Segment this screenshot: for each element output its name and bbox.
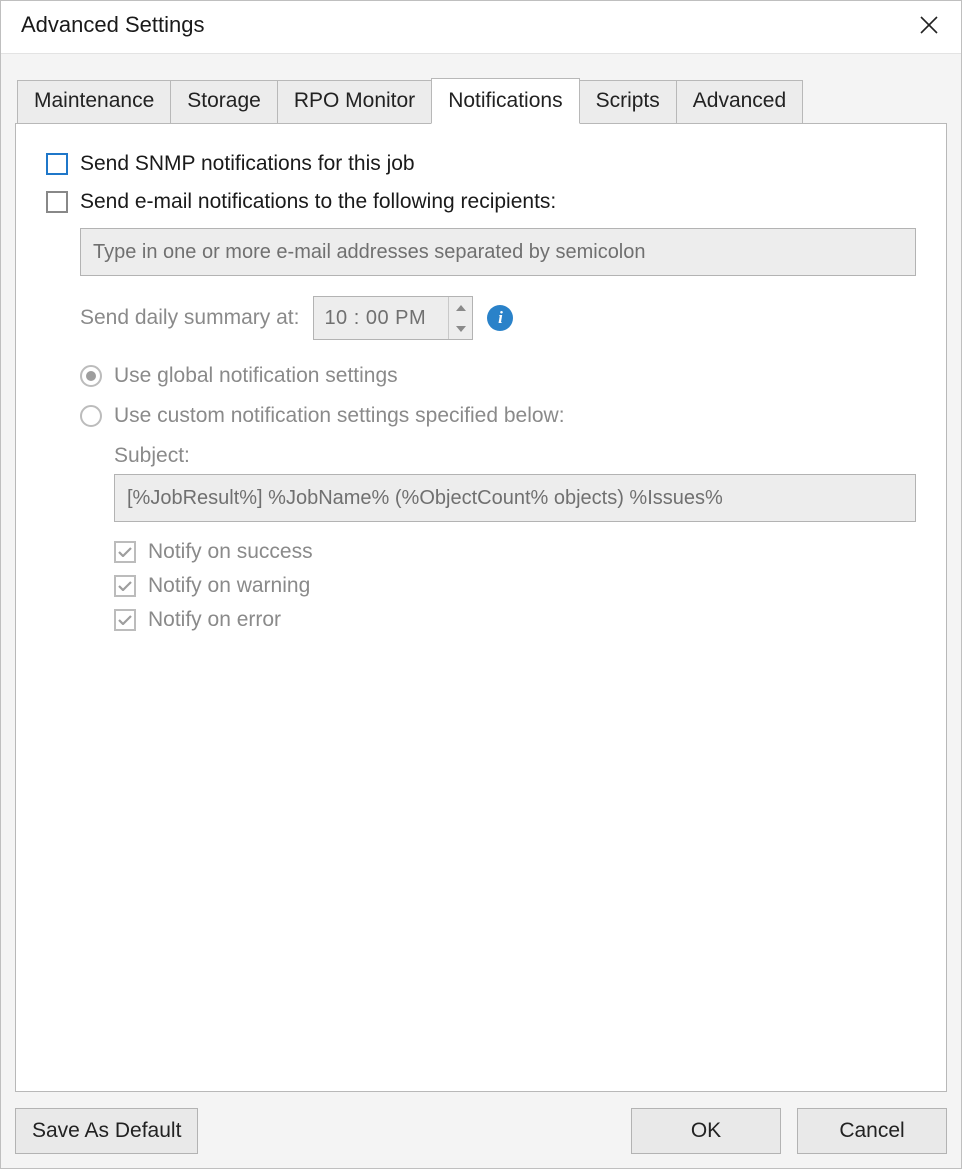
notify-error-option[interactable]: Notify on error: [114, 608, 916, 632]
cancel-button[interactable]: Cancel: [797, 1108, 947, 1154]
close-button[interactable]: [915, 11, 943, 39]
tab-rpo-monitor[interactable]: RPO Monitor: [277, 80, 432, 124]
notifications-page: Send SNMP notifications for this job Sen…: [15, 123, 947, 1092]
time-spin-up[interactable]: [449, 297, 472, 318]
snmp-label: Send SNMP notifications for this job: [80, 152, 415, 176]
info-icon[interactable]: i: [487, 305, 513, 331]
tab-storage[interactable]: Storage: [170, 80, 278, 124]
recipients-input[interactable]: Type in one or more e-mail addresses sep…: [80, 228, 916, 276]
subject-input[interactable]: [%JobResult%] %JobName% (%ObjectCount% o…: [114, 474, 916, 522]
daily-summary-label: Send daily summary at:: [80, 306, 299, 330]
tab-scripts[interactable]: Scripts: [579, 80, 677, 124]
notify-warning-checkbox[interactable]: [114, 575, 136, 597]
summary-time-input[interactable]: 10 : 00 PM: [313, 296, 473, 340]
snmp-option[interactable]: Send SNMP notifications for this job: [46, 152, 916, 176]
snmp-checkbox[interactable]: [46, 153, 68, 175]
global-settings-option[interactable]: Use global notification settings: [80, 364, 916, 388]
tabstrip: Maintenance Storage RPO Monitor Notifica…: [17, 78, 947, 124]
ok-button[interactable]: OK: [631, 1108, 781, 1154]
chevron-down-icon: [456, 325, 466, 333]
custom-settings-option[interactable]: Use custom notification settings specifi…: [80, 404, 916, 428]
email-option[interactable]: Send e-mail notifications to the followi…: [46, 190, 916, 214]
daily-summary-row: Send daily summary at: 10 : 00 PM i: [80, 296, 916, 340]
dialog-title: Advanced Settings: [21, 12, 204, 38]
tab-maintenance[interactable]: Maintenance: [17, 80, 171, 124]
custom-settings-label: Use custom notification settings specifi…: [114, 404, 565, 428]
subject-block: Subject: [%JobResult%] %JobName% (%Objec…: [114, 444, 916, 522]
dialog-client-area: Maintenance Storage RPO Monitor Notifica…: [1, 53, 961, 1168]
email-label: Send e-mail notifications to the followi…: [80, 190, 556, 214]
notify-warning-option[interactable]: Notify on warning: [114, 574, 916, 598]
advanced-settings-dialog: Advanced Settings Maintenance Storage RP…: [0, 0, 962, 1169]
titlebar: Advanced Settings: [1, 1, 961, 53]
notify-options: Notify on success Notify on warning Noti…: [114, 540, 916, 632]
close-icon: [919, 15, 939, 35]
global-settings-label: Use global notification settings: [114, 364, 398, 388]
dialog-footer: Save As Default OK Cancel: [15, 1092, 947, 1154]
global-settings-radio[interactable]: [80, 365, 102, 387]
notify-error-label: Notify on error: [148, 608, 281, 632]
notify-success-option[interactable]: Notify on success: [114, 540, 916, 564]
chevron-up-icon: [456, 304, 466, 312]
time-spin-buttons: [448, 297, 472, 339]
email-checkbox[interactable]: [46, 191, 68, 213]
time-spin-down[interactable]: [449, 318, 472, 339]
notify-warning-label: Notify on warning: [148, 574, 310, 598]
custom-settings-radio[interactable]: [80, 405, 102, 427]
notify-success-checkbox[interactable]: [114, 541, 136, 563]
notify-success-label: Notify on success: [148, 540, 313, 564]
notify-error-checkbox[interactable]: [114, 609, 136, 631]
summary-time-value: 10 : 00 PM: [314, 297, 448, 339]
save-as-default-button[interactable]: Save As Default: [15, 1108, 198, 1154]
subject-label: Subject:: [114, 444, 916, 468]
tab-advanced[interactable]: Advanced: [676, 80, 803, 124]
tab-notifications[interactable]: Notifications: [431, 78, 579, 124]
